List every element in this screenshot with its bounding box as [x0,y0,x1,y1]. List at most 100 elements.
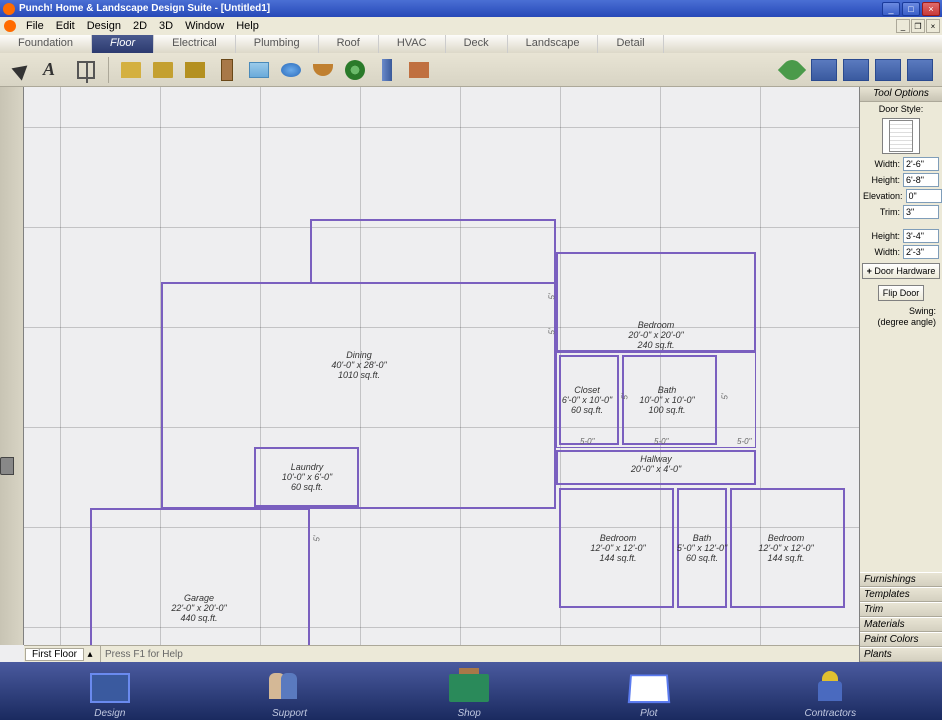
field-label: Width: [863,247,903,257]
folder-tool-1[interactable] [117,56,145,84]
pointer-tool[interactable] [8,56,36,84]
maximize-button[interactable]: □ [902,2,920,16]
status-bar: First Floor ▴ Press F1 for Help [24,645,859,662]
room-label: Bedroom12'-0" x 12'-0"144 sq.ft. [758,533,813,563]
field-label: Width: [863,159,903,169]
main-area: Dining40'-0" x 28'-0"1010 sq.ft.Garage22… [0,87,942,662]
launcher-design[interactable]: Design [86,670,134,719]
menu-design[interactable]: Design [81,20,127,32]
view-1-button[interactable] [810,56,838,84]
door-style-picker[interactable] [882,118,920,154]
field-row: Height: [860,228,942,244]
vertical-ruler[interactable] [0,87,24,645]
tab-floor[interactable]: Floor [92,35,154,53]
contractor-icon [816,671,844,705]
tab-plumbing[interactable]: Plumbing [236,35,319,53]
room-label: Garage22'-0" x 20'-0"440 sq.ft. [171,593,226,623]
field-label: Trim: [863,207,903,217]
height-input[interactable] [903,229,939,243]
category-plants[interactable]: Plants [860,647,942,662]
tab-detail[interactable]: Detail [598,35,663,53]
window-tool[interactable] [245,56,273,84]
dim-mark: 5' [547,329,556,335]
fan-tool[interactable] [341,56,369,84]
door-hardware-button[interactable]: + Door Hardware [862,263,941,279]
tab-landscape[interactable]: Landscape [508,35,599,53]
app-menu-icon [4,20,16,32]
menu-file[interactable]: File [20,20,50,32]
launcher-shop[interactable]: Shop [445,670,493,719]
menu-3d[interactable]: 3D [153,20,179,32]
dim-mark: 5-0" [737,437,751,446]
floor-dropdown-arrow[interactable]: ▴ [84,649,96,660]
elevation-input[interactable] [906,189,942,203]
plant-tool[interactable] [778,56,806,84]
ruler-handle[interactable] [0,457,14,475]
category-paint-colors[interactable]: Paint Colors [860,632,942,647]
water-tool[interactable] [277,56,305,84]
swing-sub: (degree angle) [860,315,942,329]
launcher-plot[interactable]: Plot [625,670,673,719]
brick-tool[interactable] [405,56,433,84]
view-3-button[interactable] [874,56,902,84]
width-input[interactable] [903,157,939,171]
window-title: Punch! Home & Landscape Design Suite - [… [19,3,882,14]
field-row: Width: [860,244,942,260]
view-4-button[interactable] [906,56,934,84]
door-style-label: Door Style: [860,102,942,116]
category-materials[interactable]: Materials [860,617,942,632]
room-label: Bath10'-0" x 10'-0"100 sq.ft. [639,385,694,415]
dim-mark: 5-0" [580,437,594,446]
tab-foundation[interactable]: Foundation [0,35,92,53]
folder-tool-3[interactable] [181,56,209,84]
minimize-button[interactable]: _ [882,2,900,16]
menu-help[interactable]: Help [230,20,265,32]
dimension-tool[interactable] [72,56,100,84]
width-input[interactable] [903,245,939,259]
category-furnishings[interactable]: Furnishings [860,572,942,587]
bowl-tool[interactable] [309,56,337,84]
floor-selector[interactable]: First Floor [25,648,84,661]
tab-roof[interactable]: Roof [319,35,379,53]
field-row: Width: [860,156,942,172]
field-label: Height: [863,175,903,185]
doc-restore-button[interactable]: ❐ [911,19,925,33]
field-row: Height: [860,172,942,188]
doc-minimize-button[interactable]: _ [896,19,910,33]
room-dining-nook[interactable] [310,219,556,284]
flip-door-button[interactable]: Flip Door [878,285,925,301]
doc-close-button[interactable]: × [926,19,940,33]
height-input[interactable] [903,173,939,187]
field-label: Height: [863,231,903,241]
tab-deck[interactable]: Deck [446,35,508,53]
close-button[interactable]: × [922,2,940,16]
menu-edit[interactable]: Edit [50,20,81,32]
folder-tool-2[interactable] [149,56,177,84]
column-tool[interactable] [373,56,401,84]
room-label: Closet6'-0" x 10'-0"60 sq.ft. [562,385,612,415]
menu-2d[interactable]: 2D [127,20,153,32]
room-label: Hallway20'-0" x 4'-0" [631,454,681,474]
menu-window[interactable]: Window [179,20,230,32]
design-canvas[interactable]: Dining40'-0" x 28'-0"1010 sq.ft.Garage22… [24,87,859,645]
field-label: Elevation: [863,191,906,201]
dim-mark: 5' [312,536,321,542]
launcher-support[interactable]: Support [265,670,313,719]
launcher-contractors[interactable]: Contractors [804,670,856,719]
room-garage[interactable] [90,508,310,662]
trim-input[interactable] [903,205,939,219]
text-tool[interactable]: A [40,56,68,84]
category-templates[interactable]: Templates [860,587,942,602]
category-tabs: Foundation Floor Electrical Plumbing Roo… [0,35,942,53]
support-icon [269,673,309,703]
panel-title: Tool Options [860,87,942,102]
category-trim[interactable]: Trim [860,602,942,617]
menu-bar: File Edit Design 2D 3D Window Help _ ❐ × [0,17,942,35]
design-icon [90,673,130,703]
view-2-button[interactable] [842,56,870,84]
tab-electrical[interactable]: Electrical [154,35,236,53]
tab-hvac[interactable]: HVAC [379,35,446,53]
app-icon [3,3,15,15]
door-tool[interactable] [213,56,241,84]
plot-icon [628,674,670,703]
